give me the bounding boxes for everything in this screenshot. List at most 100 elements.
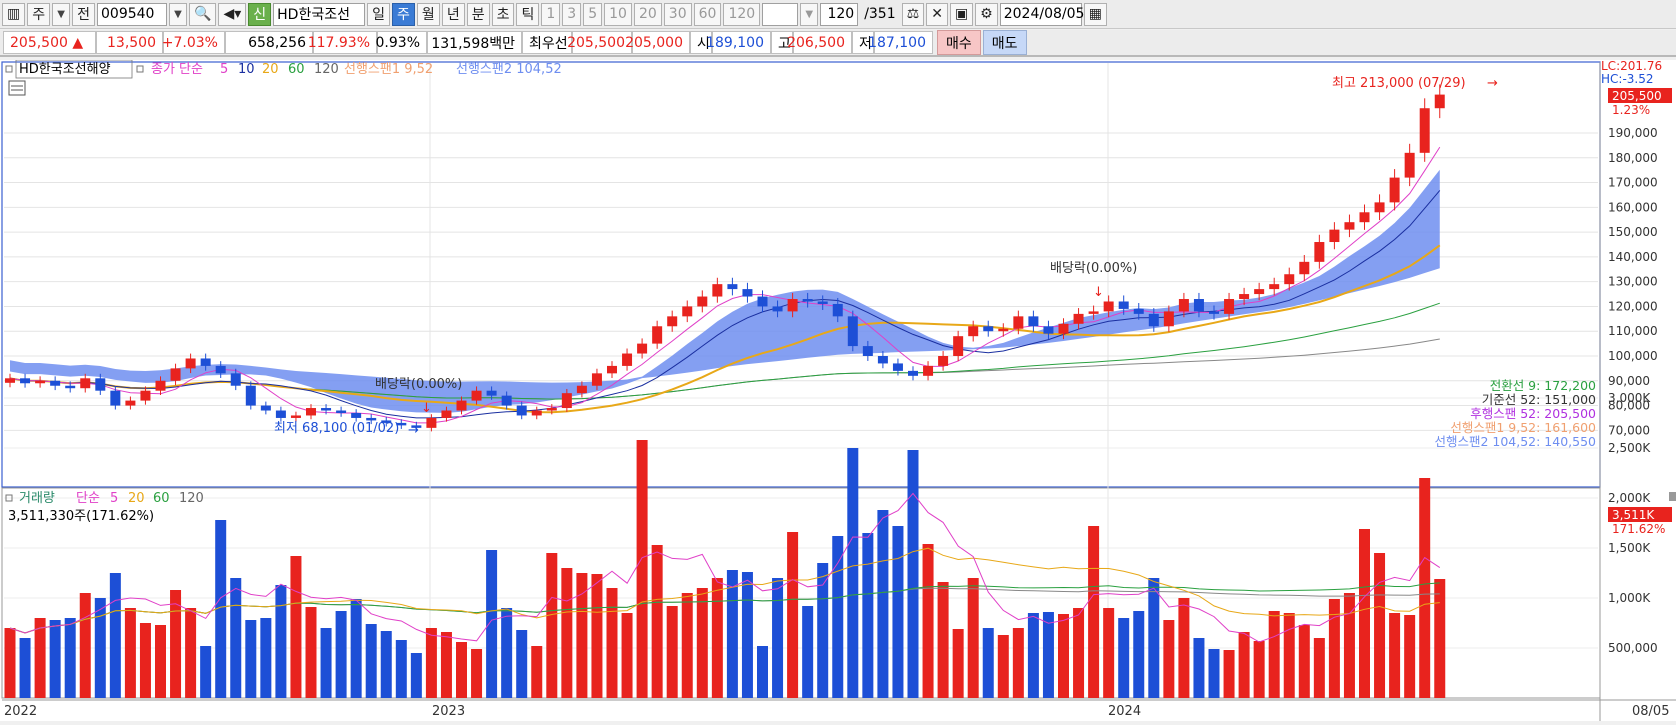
- candle-type-icon[interactable]: ⚖: [901, 2, 925, 26]
- settings-icon[interactable]: ⚙: [975, 2, 998, 26]
- candle-body: [50, 380, 61, 386]
- candle-body: [260, 405, 271, 411]
- stock-code-input[interactable]: 009540: [97, 2, 168, 26]
- candle-body: [1103, 301, 1114, 312]
- price-volume-chart[interactable]: HD한국조선해양 종가 단순 5 10 20 60 120 선행스팬1 9,52…: [0, 59, 1676, 721]
- interval-20[interactable]: 20: [633, 2, 662, 26]
- price-tick-label: 170,000: [1608, 176, 1658, 190]
- period-minute[interactable]: 분: [466, 2, 490, 26]
- price-pct-tag: 1.23%: [1612, 103, 1650, 117]
- hc-label: HC:-3.52: [1601, 72, 1654, 86]
- candle-body: [275, 410, 286, 418]
- volume-bar: [561, 568, 573, 698]
- period-second[interactable]: 초: [491, 2, 515, 26]
- candle-body: [1239, 294, 1250, 300]
- period-week[interactable]: 주: [392, 2, 415, 26]
- price-tick-label: 140,000: [1608, 250, 1658, 264]
- volume-bar: [471, 649, 483, 698]
- period-year[interactable]: 년: [441, 2, 465, 26]
- volume-bar: [275, 585, 287, 698]
- candle-body: [1178, 299, 1189, 312]
- volume-ratio: 117.93%: [308, 31, 377, 54]
- panel-resize-icon[interactable]: [1669, 492, 1676, 501]
- chart-menu-icon[interactable]: ▥: [2, 2, 26, 26]
- candle-body: [306, 408, 316, 416]
- candle-body: [336, 410, 347, 413]
- volume-pct-tag: 171.62%: [1612, 522, 1665, 536]
- interval-120[interactable]: 120: [723, 2, 761, 26]
- volume-bar: [1223, 650, 1235, 698]
- kijun-readout: 기준선 52: 151,000: [1482, 392, 1596, 407]
- turnover-rate: 0.93%: [376, 31, 427, 54]
- period-day[interactable]: 일: [367, 2, 391, 26]
- interval-1[interactable]: 1: [541, 2, 561, 26]
- price-tick-label: 90,000: [1608, 374, 1650, 388]
- price-tick-label: 190,000: [1608, 126, 1658, 140]
- stock-name[interactable]: HD한국조선: [273, 2, 366, 26]
- candle-body: [185, 358, 196, 369]
- candle-body: [1133, 308, 1144, 314]
- volume-bar: [531, 646, 543, 698]
- change-rate: +7.03%: [162, 31, 225, 54]
- interval-3[interactable]: 3: [562, 2, 582, 26]
- interval-10[interactable]: 10: [604, 2, 632, 26]
- dividend-annotation-2: 배당락(0.00%): [1050, 261, 1137, 276]
- candle-body: [652, 326, 663, 344]
- volume-bar: [260, 618, 272, 698]
- candle-body: [110, 390, 121, 406]
- code-dropdown-icon[interactable]: ▼: [169, 2, 188, 26]
- candle-body: [1299, 261, 1310, 275]
- date-input[interactable]: 2024/08/05: [999, 2, 1084, 26]
- volume-ma20: 20: [128, 491, 145, 506]
- volume-bar: [1058, 614, 1069, 698]
- volume-bar: [907, 450, 919, 698]
- volume-bar: [757, 646, 768, 698]
- speaker-icon[interactable]: ◀▾: [218, 2, 247, 26]
- candle-body: [667, 316, 678, 327]
- legend-stock-name: HD한국조선해양: [19, 62, 111, 77]
- volume-bar: [817, 563, 829, 698]
- buy-button[interactable]: 매수: [937, 30, 981, 55]
- period-month[interactable]: 월: [416, 2, 440, 26]
- volume-bar: [290, 556, 302, 698]
- mode-dropdown-icon[interactable]: ▼: [52, 2, 71, 26]
- interval-30[interactable]: 30: [663, 2, 692, 26]
- new-button[interactable]: 신: [248, 2, 272, 26]
- interval-5[interactable]: 5: [583, 2, 603, 26]
- mode-select[interactable]: 주: [27, 2, 51, 26]
- search-icon[interactable]: 🔍: [189, 2, 217, 26]
- volume-tick-label: 3,000K: [1608, 391, 1651, 405]
- volume-bar: [606, 588, 618, 698]
- candle-body: [1088, 311, 1099, 314]
- quote-bar: 205,500 ▲ 13,500 +7.03% 658,256 117.93% …: [0, 30, 1676, 57]
- candle-body: [1209, 311, 1219, 314]
- count-input[interactable]: 120: [820, 2, 859, 26]
- candle-body: [832, 303, 843, 317]
- volume-legend-label: 거래량: [19, 491, 55, 506]
- volume-bar: [1313, 638, 1325, 698]
- indicator-icon[interactable]: ✕: [926, 2, 948, 26]
- save-icon[interactable]: ▣: [949, 2, 974, 26]
- volume-tick-label: 1,000K: [1608, 591, 1651, 605]
- candle-body: [998, 328, 1009, 332]
- volume-bar: [1434, 579, 1446, 698]
- volume-bar: [832, 536, 844, 698]
- table-view-icon[interactable]: [8, 80, 26, 96]
- period-tick[interactable]: 틱: [516, 2, 540, 26]
- candle-body: [290, 415, 301, 418]
- interval-dropdown-icon[interactable]: ▼: [800, 2, 819, 26]
- candle-body: [351, 412, 362, 418]
- calendar-icon[interactable]: ▦: [1083, 2, 1107, 26]
- prev-button[interactable]: 전: [72, 2, 96, 26]
- sell-button[interactable]: 매도: [982, 30, 1027, 55]
- volume-bar: [666, 606, 678, 698]
- candle-body: [953, 336, 964, 356]
- volume-bar: [997, 635, 1009, 698]
- volume-bar: [591, 574, 603, 698]
- volume-bar: [94, 598, 106, 698]
- chart-area[interactable]: HD한국조선해양 종가 단순 5 10 20 60 120 선행스팬1 9,52…: [0, 59, 1676, 721]
- custom-interval-input[interactable]: [762, 2, 799, 26]
- volume-bar: [1133, 611, 1145, 698]
- candle-body: [1404, 152, 1415, 178]
- interval-60[interactable]: 60: [693, 2, 722, 26]
